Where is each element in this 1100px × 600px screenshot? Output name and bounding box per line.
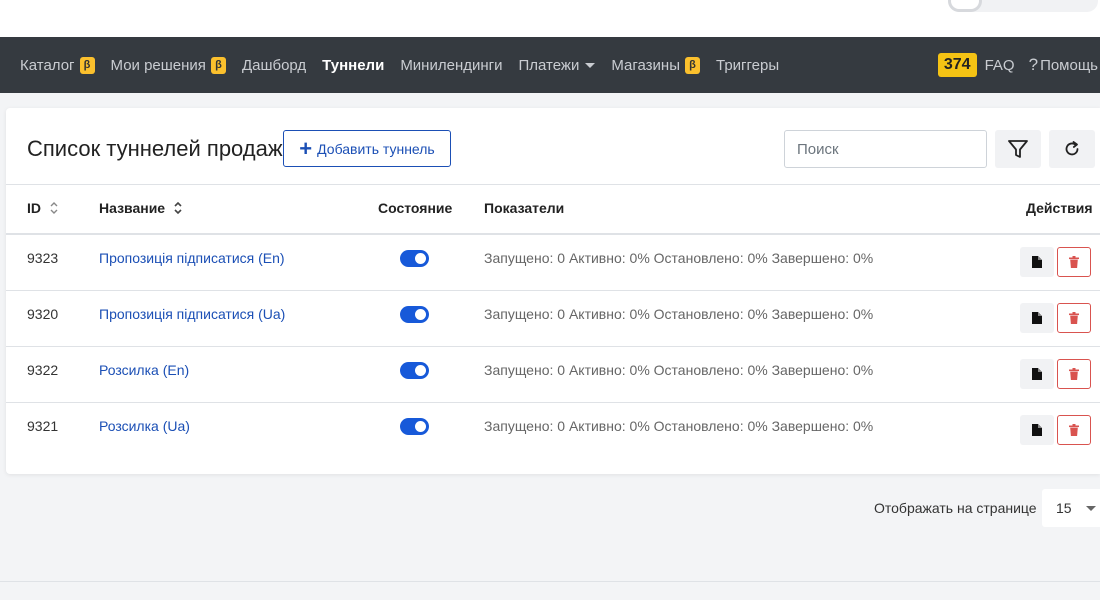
nav-item-triggers[interactable]: Триггеры bbox=[716, 57, 779, 74]
trash-icon bbox=[1069, 312, 1079, 324]
count-badge[interactable]: 374 bbox=[937, 53, 977, 77]
faq-link[interactable]: FAQ bbox=[985, 57, 1015, 74]
nav-item-my-solutions[interactable]: Мои решения β bbox=[110, 56, 226, 74]
nav-label: Платежи bbox=[518, 56, 580, 74]
beta-badge: β bbox=[685, 56, 700, 74]
document-icon bbox=[1032, 312, 1042, 324]
trash-icon bbox=[1069, 368, 1079, 380]
column-header-name[interactable]: Название bbox=[99, 200, 183, 216]
toggle-knob bbox=[415, 421, 426, 432]
filter-icon bbox=[1008, 140, 1028, 158]
nav-item-catalog[interactable]: Каталог β bbox=[20, 56, 95, 74]
delete-button[interactable] bbox=[1057, 247, 1091, 277]
state-toggle[interactable] bbox=[400, 418, 429, 435]
chevron-down-icon bbox=[1086, 506, 1096, 511]
row-stats: Запущено: 0 Активно: 0% Остановлено: 0% … bbox=[484, 418, 874, 434]
add-tunnel-label: Добавить туннель bbox=[317, 140, 435, 157]
top-switch[interactable] bbox=[948, 0, 1098, 12]
nav-item-shops[interactable]: Магазины β bbox=[611, 56, 700, 74]
nav-item-dashboard[interactable]: Дашборд bbox=[242, 57, 306, 74]
nav-label: Минилендинги bbox=[400, 56, 503, 74]
nav-item-payments[interactable]: Платежи bbox=[519, 57, 596, 74]
nav-item-tunnels[interactable]: Туннели bbox=[322, 57, 384, 74]
nav-label: Дашборд bbox=[241, 56, 307, 74]
beta-badge: β bbox=[210, 56, 226, 74]
tunnel-name-link[interactable]: Розсилка (En) bbox=[99, 362, 189, 378]
column-header-actions: Действия bbox=[1026, 200, 1093, 216]
column-header-id[interactable]: ID bbox=[27, 200, 59, 216]
tunnel-name-link[interactable]: Розсилка (Ua) bbox=[99, 418, 190, 434]
column-header-label: Название bbox=[99, 200, 166, 216]
nav-label: Туннели bbox=[322, 56, 385, 74]
view-document-button[interactable] bbox=[1020, 359, 1054, 389]
help-icon: ? bbox=[1028, 55, 1039, 74]
sort-icon bbox=[174, 201, 182, 215]
tunnels-card: Список туннелей продаж + Добавить туннел… bbox=[6, 108, 1100, 474]
row-id: 9321 bbox=[27, 418, 59, 434]
row-divider bbox=[6, 290, 1100, 291]
beta-badge: β bbox=[79, 56, 95, 74]
help-label: Помощь bbox=[1040, 56, 1098, 74]
nav-label: Магазины bbox=[611, 56, 680, 74]
row-stats: Запущено: 0 Активно: 0% Остановлено: 0% … bbox=[484, 306, 874, 322]
per-page-select[interactable]: 15 bbox=[1042, 489, 1100, 527]
column-header-label: ID bbox=[27, 200, 41, 216]
view-document-button[interactable] bbox=[1020, 415, 1054, 445]
sort-icon bbox=[50, 202, 58, 214]
nav-label: Триггеры bbox=[716, 56, 780, 74]
nav-label: Мои решения bbox=[110, 56, 206, 74]
row-id: 9322 bbox=[27, 362, 59, 378]
header-divider bbox=[6, 184, 1100, 185]
trash-icon bbox=[1069, 256, 1079, 268]
row-divider bbox=[6, 402, 1100, 403]
document-icon bbox=[1032, 424, 1042, 436]
nav-item-minilandings[interactable]: Минилендинги bbox=[400, 57, 502, 74]
document-icon bbox=[1032, 368, 1042, 380]
row-id: 9320 bbox=[27, 306, 59, 322]
search-input[interactable] bbox=[784, 130, 987, 168]
nav-right: 374 FAQ ? Помощь bbox=[937, 37, 1100, 93]
main-navbar: Каталог β Мои решения β Дашборд Туннели … bbox=[0, 37, 1100, 93]
toggle-knob bbox=[415, 309, 426, 320]
delete-button[interactable] bbox=[1057, 415, 1091, 445]
row-id: 9323 bbox=[27, 250, 59, 266]
state-toggle[interactable] bbox=[400, 306, 429, 323]
delete-button[interactable] bbox=[1057, 359, 1091, 389]
toggle-knob bbox=[415, 365, 426, 376]
row-stats: Запущено: 0 Активно: 0% Остановлено: 0% … bbox=[484, 250, 874, 266]
tunnel-name-link[interactable]: Пропозиція підписатися (En) bbox=[99, 250, 285, 266]
table-header-divider bbox=[6, 233, 1100, 235]
state-toggle[interactable] bbox=[400, 362, 429, 379]
footer-divider bbox=[0, 581, 1100, 582]
document-icon bbox=[1032, 256, 1042, 268]
column-header-state: Состояние bbox=[378, 200, 453, 216]
page-title: Список туннелей продаж bbox=[27, 136, 283, 161]
chevron-down-icon bbox=[585, 62, 596, 68]
view-document-button[interactable] bbox=[1020, 247, 1054, 277]
nav-label: Каталог bbox=[20, 56, 75, 74]
row-divider bbox=[6, 346, 1100, 347]
view-document-button[interactable] bbox=[1020, 303, 1054, 333]
state-toggle[interactable] bbox=[400, 250, 429, 267]
toggle-knob bbox=[415, 253, 426, 264]
column-header-stats: Показатели bbox=[484, 200, 565, 216]
row-stats: Запущено: 0 Активно: 0% Остановлено: 0% … bbox=[484, 362, 874, 378]
per-page-label: Отображать на странице bbox=[874, 500, 1037, 516]
tunnel-name-link[interactable]: Пропозиція підписатися (Ua) bbox=[99, 306, 285, 322]
plus-icon: + bbox=[299, 135, 313, 161]
trash-icon bbox=[1069, 424, 1079, 436]
per-page-value: 15 bbox=[1056, 500, 1072, 516]
top-switch-knob bbox=[948, 0, 982, 12]
top-strip bbox=[0, 0, 1100, 37]
refresh-button[interactable] bbox=[1049, 130, 1095, 168]
delete-button[interactable] bbox=[1057, 303, 1091, 333]
help-link[interactable]: ? Помощь bbox=[1029, 55, 1098, 75]
add-tunnel-button[interactable]: + Добавить туннель bbox=[283, 130, 451, 167]
refresh-icon bbox=[1065, 141, 1079, 156]
filter-button[interactable] bbox=[995, 130, 1041, 168]
